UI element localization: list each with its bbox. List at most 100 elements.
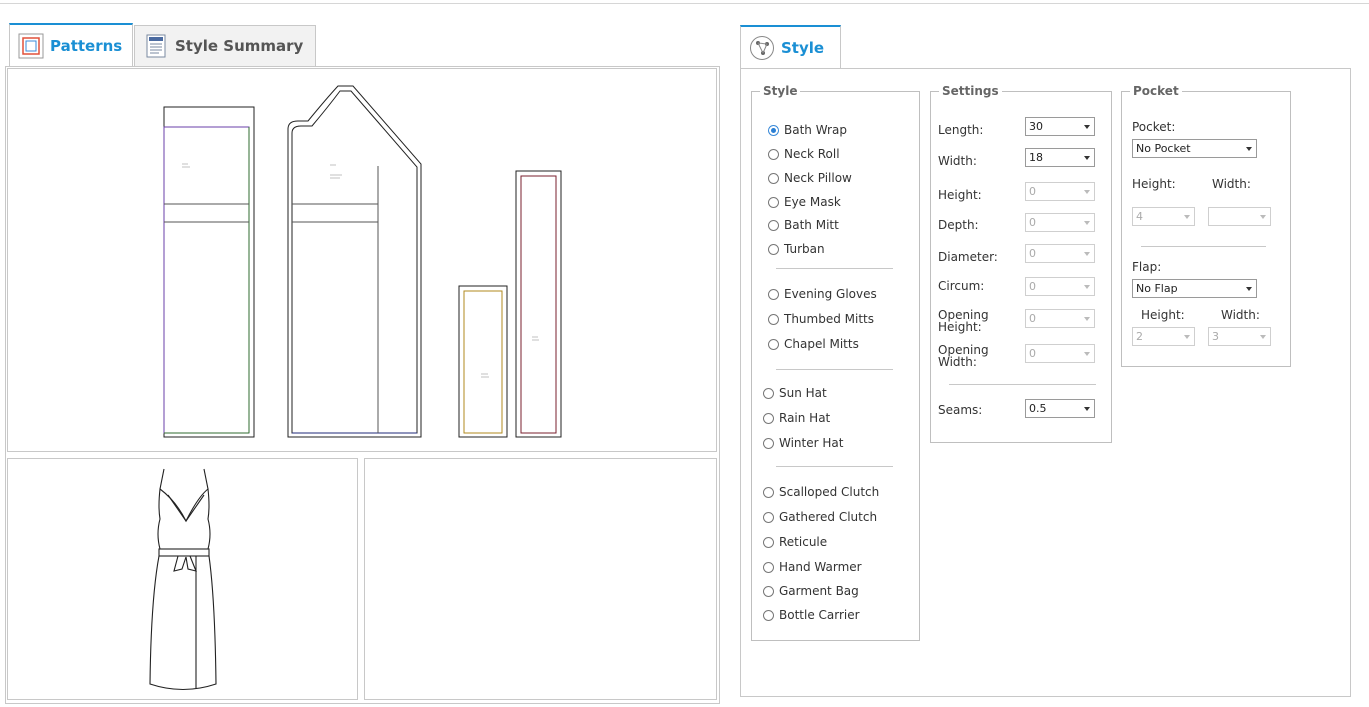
radio-thumbed-mitts[interactable]: Thumbed Mitts — [768, 312, 874, 326]
length-select[interactable]: 30 — [1025, 117, 1095, 136]
pocket-height-select[interactable]: 4 — [1132, 207, 1195, 226]
circum-select[interactable]: 0 — [1025, 277, 1095, 296]
seams-select[interactable]: 0.5 — [1025, 399, 1095, 418]
style-icon — [749, 35, 775, 61]
chevron-down-icon — [1084, 124, 1090, 129]
height-label: Height: — [938, 188, 982, 202]
radio-icon — [763, 561, 774, 573]
flap-width-label: Width: — [1221, 308, 1260, 322]
radio-evening-gloves[interactable]: Evening Gloves — [768, 287, 877, 301]
chevron-down-icon — [1246, 146, 1252, 151]
pattern-pieces-viewport[interactable] — [7, 68, 717, 452]
radio-icon — [763, 511, 774, 523]
radio-icon — [768, 243, 779, 255]
flap-height-select[interactable]: 2 — [1132, 327, 1195, 346]
radio-icon — [768, 172, 779, 184]
radio-icon — [768, 196, 779, 208]
style-group: Style — [751, 84, 920, 641]
settings-group-legend: Settings — [942, 84, 999, 98]
flap-height-label: Height: — [1141, 308, 1185, 322]
pocket-height-label: Height: — [1132, 177, 1176, 191]
radio-bath-mitt[interactable]: Bath Mitt — [768, 218, 839, 232]
height-select[interactable]: 0 — [1025, 182, 1095, 201]
radio-icon — [768, 288, 779, 300]
radio-bottle-carrier[interactable]: Bottle Carrier — [763, 608, 860, 622]
radio-bath-wrap[interactable]: Bath Wrap — [768, 123, 847, 137]
radio-icon — [768, 338, 779, 350]
garment-preview — [7, 458, 358, 700]
width-label: Width: — [938, 154, 977, 168]
opening-width-select[interactable]: 0 — [1025, 344, 1095, 363]
radio-icon — [768, 313, 779, 325]
radio-eye-mask[interactable]: Eye Mask — [768, 195, 841, 209]
radio-icon — [768, 148, 779, 160]
radio-icon — [763, 536, 774, 548]
length-label: Length: — [938, 123, 984, 137]
radio-icon — [763, 585, 774, 597]
flap-width-select[interactable]: 3 — [1208, 327, 1271, 346]
radio-garment-bag[interactable]: Garment Bag — [763, 584, 859, 598]
pocket-select[interactable]: No Pocket — [1132, 139, 1257, 158]
seams-label: Seams: — [938, 403, 983, 417]
radio-icon — [763, 387, 774, 399]
radio-rain-hat[interactable]: Rain Hat — [763, 411, 830, 425]
diameter-select[interactable]: 0 — [1025, 244, 1095, 263]
chevron-down-icon — [1184, 334, 1190, 339]
style-separator — [776, 268, 893, 269]
pattern-icon — [18, 33, 44, 59]
radio-chapel-mitts[interactable]: Chapel Mitts — [768, 337, 859, 351]
radio-icon — [763, 437, 774, 449]
chevron-down-icon — [1084, 406, 1090, 411]
radio-turban[interactable]: Turban — [768, 242, 825, 256]
radio-sun-hat[interactable]: Sun Hat — [763, 386, 827, 400]
depth-label: Depth: — [938, 218, 979, 232]
depth-select[interactable]: 0 — [1025, 213, 1095, 232]
pocket-label: Pocket: — [1132, 120, 1176, 134]
chevron-down-icon — [1084, 251, 1090, 256]
opening-height-label: Opening Height: — [938, 308, 989, 334]
chevron-down-icon — [1084, 189, 1090, 194]
radio-reticule[interactable]: Reticule — [763, 535, 827, 549]
tab-style-summary[interactable]: Style Summary — [134, 25, 316, 66]
tab-patterns[interactable]: Patterns — [9, 23, 133, 67]
pattern-piece-band[interactable] — [515, 170, 562, 438]
empty-preview-panel — [364, 458, 717, 700]
radio-icon — [763, 486, 774, 498]
flap-label: Flap: — [1132, 260, 1162, 274]
settings-separator — [949, 384, 1096, 385]
document-icon — [143, 33, 169, 59]
radio-icon — [763, 609, 774, 621]
radio-selected-icon — [768, 124, 779, 136]
chevron-down-icon — [1260, 214, 1266, 219]
chevron-down-icon — [1184, 214, 1190, 219]
radio-winter-hat[interactable]: Winter Hat — [763, 436, 843, 450]
radio-hand-warmer[interactable]: Hand Warmer — [763, 560, 862, 574]
tab-patterns-label: Patterns — [50, 37, 123, 55]
pattern-piece-wrap[interactable] — [287, 85, 422, 438]
pattern-piece-tie[interactable] — [458, 285, 508, 438]
chevron-down-icon — [1084, 284, 1090, 289]
bath-wrap-illustration — [149, 468, 217, 690]
radio-scalloped-clutch[interactable]: Scalloped Clutch — [763, 485, 879, 499]
radio-icon — [768, 219, 779, 231]
tab-style-summary-label: Style Summary — [175, 37, 304, 55]
opening-height-select[interactable]: 0 — [1025, 309, 1095, 328]
chevron-down-icon — [1084, 351, 1090, 356]
style-separator — [776, 466, 893, 467]
radio-gathered-clutch[interactable]: Gathered Clutch — [763, 510, 877, 524]
style-group-legend: Style — [763, 84, 798, 98]
tab-style[interactable]: Style — [740, 25, 841, 69]
chevron-down-icon — [1260, 334, 1266, 339]
width-select[interactable]: 18 — [1025, 148, 1095, 167]
diameter-label: Diameter: — [938, 250, 998, 264]
pattern-piece-front[interactable] — [163, 106, 255, 438]
flap-select[interactable]: No Flap — [1132, 279, 1257, 298]
pocket-width-select[interactable] — [1208, 207, 1271, 226]
pocket-width-label: Width: — [1212, 177, 1251, 191]
chevron-down-icon — [1246, 286, 1252, 291]
chevron-down-icon — [1084, 220, 1090, 225]
chevron-down-icon — [1084, 316, 1090, 321]
radio-neck-pillow[interactable]: Neck Pillow — [768, 171, 852, 185]
top-divider — [0, 3, 1369, 4]
radio-neck-roll[interactable]: Neck Roll — [768, 147, 840, 161]
